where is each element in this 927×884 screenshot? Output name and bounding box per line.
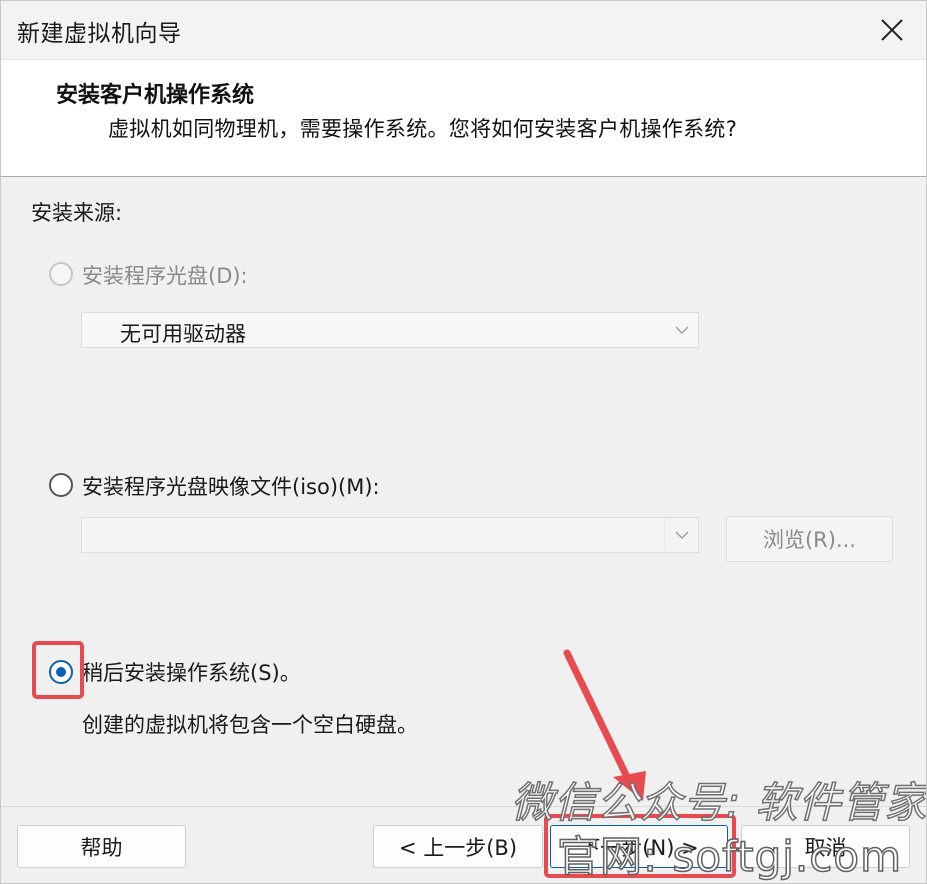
close-icon	[881, 19, 903, 41]
watermark-text: 微信公众号: 软件管家	[510, 777, 927, 828]
install-source-label: 安装来源:	[31, 201, 123, 225]
footer-divider	[1, 806, 926, 807]
page-title: 安装客户机操作系统	[56, 83, 255, 108]
disc-drive-value: 无可用驱动器	[120, 322, 246, 346]
disc-drive-select[interactable]: 无可用驱动器	[81, 312, 699, 348]
iso-radio[interactable]	[49, 473, 73, 497]
disc-radio[interactable]	[49, 262, 73, 286]
disc-option-label: 安装程序光盘(D):	[82, 264, 248, 288]
title-bar: 新建虚拟机向导	[1, 1, 926, 59]
help-button[interactable]: 帮助	[17, 825, 186, 868]
chevron-down-icon	[675, 326, 689, 334]
wizard-header: 安装客户机操作系统 虚拟机如同物理机，需要操作系统。您将如何安装客户机操作系统?	[1, 59, 926, 177]
next-button[interactable]: 下一步(N) >	[550, 825, 728, 868]
new-vm-wizard-window: 新建虚拟机向导 安装客户机操作系统 虚拟机如同物理机，需要操作系统。您将如何安装…	[0, 0, 927, 884]
page-subtitle: 虚拟机如同物理机，需要操作系统。您将如何安装客户机操作系统?	[108, 117, 738, 141]
iso-path-select[interactable]	[81, 517, 699, 553]
install-later-radio[interactable]	[49, 660, 73, 684]
install-later-description: 创建的虚拟机将包含一个空白硬盘。	[82, 713, 418, 737]
close-button[interactable]	[858, 1, 926, 59]
back-button[interactable]: < 上一步(B)	[373, 825, 543, 868]
browse-button[interactable]: 浏览(R)...	[726, 516, 893, 562]
iso-option-label: 安装程序光盘映像文件(iso)(M):	[82, 475, 380, 499]
install-later-label: 稍后安装操作系统(S)。	[82, 661, 301, 685]
cancel-button[interactable]: 取消	[741, 825, 910, 868]
window-title: 新建虚拟机向导	[17, 21, 182, 47]
chevron-down-icon	[675, 531, 689, 539]
